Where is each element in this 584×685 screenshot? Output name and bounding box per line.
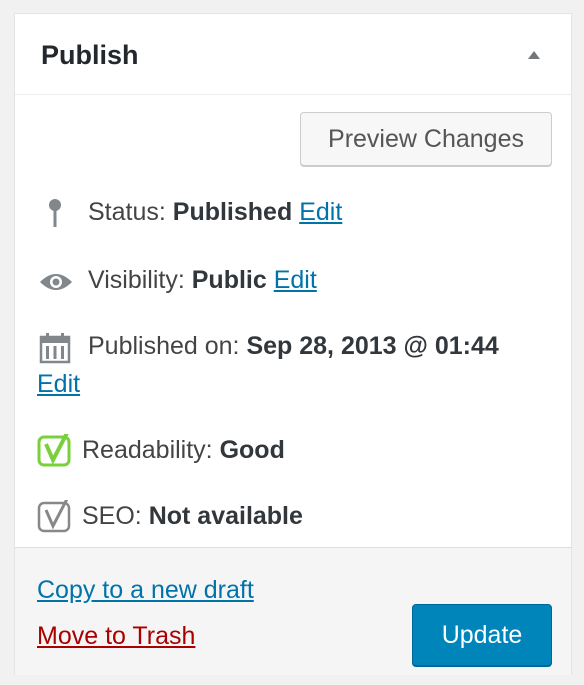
yoast-good-icon (37, 432, 75, 475)
readability-label: Readability: (82, 436, 220, 464)
yoast-na-icon (37, 498, 75, 541)
move-to-trash-link[interactable]: Move to Trash (37, 622, 195, 651)
preview-changes-button[interactable]: Preview Changes (300, 112, 552, 166)
status-label: Status: (88, 198, 173, 226)
panel-header: Publish (15, 14, 571, 95)
visibility-label: Visibility: (88, 266, 192, 294)
major-publishing-actions: Copy to a new draft Move to Trash Update (15, 547, 571, 675)
readability-value: Good (219, 436, 285, 464)
published-on-label: Published on: (88, 332, 247, 360)
panel-title: Publish (41, 40, 139, 70)
publish-panel: Publish Preview Changes Status: Publishe… (14, 13, 572, 675)
published-on-value: Sep 28, 2013 @ 01:44 (246, 332, 499, 360)
copy-to-new-draft-link[interactable]: Copy to a new draft (37, 576, 254, 605)
visibility-edit-link[interactable]: Edit (274, 266, 317, 294)
update-button[interactable]: Update (412, 604, 552, 666)
pin-icon (45, 197, 65, 238)
triangle-up-icon[interactable] (525, 46, 543, 64)
eye-icon (38, 270, 74, 301)
status-row: Status: Published Edit (15, 196, 571, 232)
published-on-row: Published on: Sep 28, 2013 @ 01:44 Edit (15, 330, 571, 410)
calendar-icon (39, 332, 71, 371)
readability-row: Readability: Good (15, 432, 571, 470)
visibility-row: Visibility: Public Edit (15, 264, 571, 300)
status-edit-link[interactable]: Edit (299, 198, 342, 226)
seo-value: Not available (148, 502, 303, 530)
status-value: Published (172, 198, 293, 226)
published-on-edit-link[interactable]: Edit (37, 370, 80, 399)
visibility-value: Public (191, 266, 267, 294)
seo-label: SEO: (82, 502, 149, 530)
seo-row: SEO: Not available (15, 498, 571, 536)
